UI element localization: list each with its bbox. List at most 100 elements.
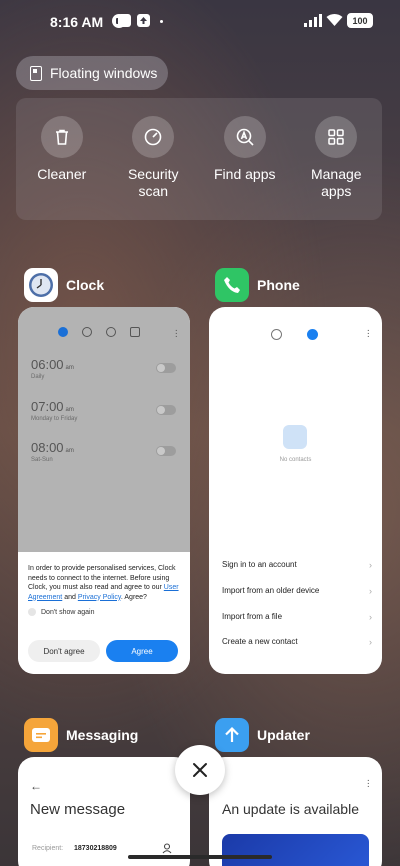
battery-level: 100: [352, 15, 368, 26]
alarm-time: 08:00: [31, 440, 64, 455]
import-file-item[interactable]: Import from a file ›: [222, 612, 372, 622]
more-options-icon[interactable]: · · ·: [367, 776, 370, 792]
new-message-title: New message: [30, 801, 126, 818]
contact-picker-icon[interactable]: [162, 843, 172, 854]
clock-recent-card[interactable]: · · · 06:00 am Daily 07:00 am Monday to Frid…: [18, 307, 190, 674]
wifi-icon: [326, 13, 343, 26]
update-available-title: An update is available: [222, 801, 359, 817]
security-scan-button[interactable]: Security scan: [108, 98, 200, 220]
more-options-icon[interactable]: · · ·: [367, 326, 370, 342]
clock-app-header[interactable]: Clock: [24, 268, 104, 302]
alarm-item[interactable]: 08:00 am Sat-Sun: [31, 440, 74, 463]
phone-action-label: Import from an older device: [222, 586, 320, 595]
world-clock-tab-icon[interactable]: [82, 327, 92, 337]
alarm-item[interactable]: 07:00 am Monday to Friday: [31, 399, 77, 422]
consent-text-part: In order to provide personalised service…: [28, 565, 176, 591]
chevron-right-icon: ›: [369, 612, 372, 622]
cleaner-label: Cleaner: [37, 166, 87, 182]
alarm-item[interactable]: 06:00 am Daily: [31, 357, 74, 380]
updater-app-icon: [215, 718, 249, 752]
dont-show-again-checkbox[interactable]: [28, 608, 36, 616]
clock-app-icon: [24, 268, 58, 302]
import-older-device-item[interactable]: Import from an older device ›: [222, 586, 372, 596]
alarm-toggle[interactable]: [156, 405, 176, 415]
privacy-policy-link[interactable]: Privacy Policy: [78, 594, 121, 601]
contacts-tab-icon[interactable]: [307, 329, 318, 340]
more-notifications-dot-icon: [160, 20, 163, 23]
chevron-right-icon: ›: [369, 586, 372, 596]
recipient-value[interactable]: 18730218809: [74, 845, 117, 852]
dont-agree-button[interactable]: Don't agree: [28, 640, 100, 662]
messaging-recent-card[interactable]: ← New message Recipient: 18730218809: [18, 757, 190, 866]
alarm-ampm: am: [65, 448, 74, 454]
chevron-right-icon: ›: [369, 637, 372, 647]
chevron-right-icon: ›: [369, 560, 372, 570]
find-apps-button[interactable]: Find apps: [199, 98, 291, 220]
quick-actions-panel: Cleaner Security scan Find apps Manage a…: [16, 98, 382, 220]
phone-action-label: Sign in to an account: [222, 560, 297, 569]
timer-tab-icon[interactable]: [130, 327, 140, 337]
find-apps-label: Find apps: [214, 166, 276, 182]
alarm-time: 07:00: [31, 399, 64, 414]
alarm-ampm: am: [65, 365, 74, 371]
alarm-repeat: Daily: [31, 374, 45, 380]
alarm-repeat: Sat-Sun: [31, 457, 53, 463]
no-contacts-text: No contacts: [279, 457, 312, 463]
upload-arrow-icon: [137, 14, 150, 27]
close-all-button[interactable]: [175, 745, 225, 795]
close-icon: [193, 763, 207, 777]
signal-icon: [304, 14, 322, 27]
messaging-app-header[interactable]: Messaging: [24, 718, 138, 752]
consent-dialog: In order to provide personalised service…: [18, 552, 190, 674]
updater-app-header[interactable]: Updater: [215, 718, 310, 752]
floating-windows-button[interactable]: Floating windows: [16, 56, 168, 90]
phone-action-label: Import from a file: [222, 612, 283, 621]
phone-app-icon: [215, 268, 249, 302]
alarm-time: 06:00: [31, 357, 64, 372]
phone-action-label: Create a new contact: [222, 637, 298, 646]
alarm-ampm: am: [65, 407, 74, 413]
phone-app-name: Phone: [257, 277, 300, 293]
status-bar: 8:16 AM 100: [0, 0, 400, 44]
notification-square-icon: [118, 14, 131, 27]
alarm-repeat: Monday to Friday: [31, 416, 78, 422]
consent-text-part: and: [62, 593, 78, 601]
security-scan-label: Security scan: [127, 166, 179, 199]
battery-icon: 100: [347, 13, 373, 28]
messaging-app-icon: [24, 718, 58, 752]
updater-recent-card[interactable]: · · · An update is available: [209, 757, 382, 866]
agree-button[interactable]: Agree: [106, 640, 178, 662]
status-time: 8:16 AM: [50, 14, 104, 30]
call-log-tab-icon[interactable]: [271, 329, 282, 340]
phone-app-header[interactable]: Phone: [215, 268, 300, 302]
phone-tabs: [271, 329, 318, 340]
consent-text: In order to provide personalised service…: [28, 564, 180, 602]
alarm-toggle[interactable]: [156, 446, 176, 456]
recipient-label: Recipient:: [32, 845, 64, 852]
alarm-toggle[interactable]: [156, 363, 176, 373]
floating-windows-label: Floating windows: [50, 65, 158, 81]
grid-icon: [315, 116, 358, 158]
clock-app-name: Clock: [66, 277, 105, 293]
stopwatch-tab-icon[interactable]: [106, 327, 116, 337]
update-banner-image: [222, 834, 369, 866]
dont-show-again-option[interactable]: Don't show again: [28, 608, 180, 616]
manage-apps-label: Manage apps: [310, 166, 362, 199]
consent-text-part: . Agree?: [120, 593, 147, 601]
alarm-tab-icon[interactable]: [58, 327, 68, 337]
cleaner-button[interactable]: Cleaner: [16, 98, 108, 220]
back-arrow-icon[interactable]: ←: [30, 779, 42, 793]
dont-show-again-label: Don't show again: [41, 608, 95, 616]
phone-recent-card[interactable]: · · · No contacts Sign in to an account › I…: [209, 307, 382, 674]
messaging-app-name: Messaging: [66, 727, 139, 743]
manage-apps-button[interactable]: Manage apps: [291, 98, 383, 220]
sign-in-account-item[interactable]: Sign in to an account ›: [222, 560, 372, 570]
security-gauge-icon: [132, 116, 175, 158]
trash-icon: [40, 116, 83, 158]
home-indicator[interactable]: [128, 855, 272, 859]
more-options-icon[interactable]: · · ·: [175, 326, 178, 342]
clock-alarm-screen: · · · 06:00 am Daily 07:00 am Monday to Frid…: [18, 307, 190, 552]
create-contact-item[interactable]: Create a new contact ›: [222, 637, 372, 647]
floating-window-icon: [30, 65, 42, 81]
clock-tabs: [58, 327, 140, 337]
